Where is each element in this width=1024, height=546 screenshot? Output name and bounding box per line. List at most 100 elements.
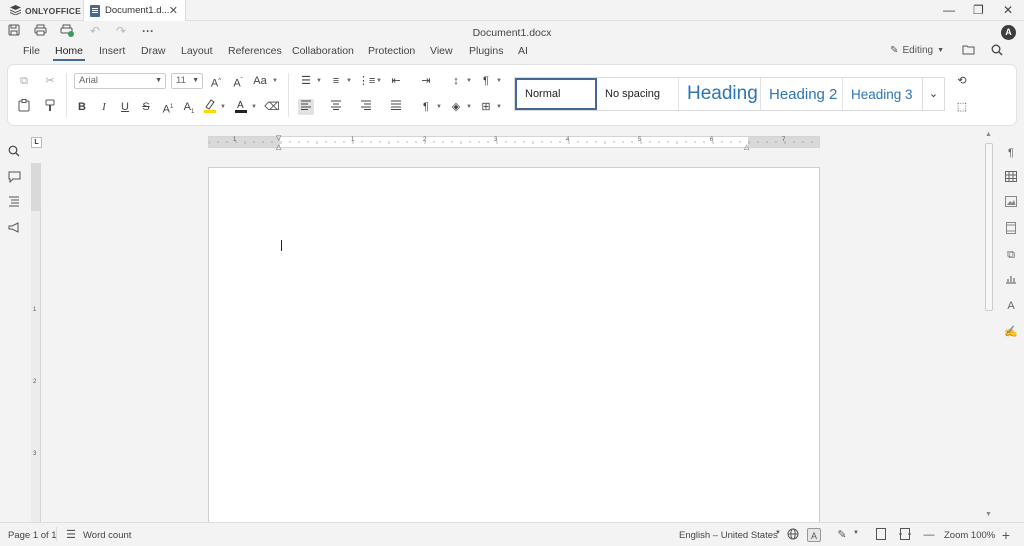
replace-style-icon[interactable]: ⟲ <box>954 73 970 89</box>
vertical-scrollbar[interactable]: ▲ ▼ <box>983 131 995 522</box>
tab-protection[interactable]: Protection <box>368 45 415 57</box>
tab-plugins[interactable]: Plugins <box>469 45 503 57</box>
chevron-down-icon[interactable]: ▼ <box>775 530 781 536</box>
shading-icon[interactable]: ◈ <box>448 99 464 115</box>
style-heading-1[interactable]: Heading 1 <box>679 78 761 110</box>
tab-file[interactable]: File <box>23 45 40 57</box>
align-center-icon[interactable] <box>328 99 344 115</box>
tab-references[interactable]: References <box>228 45 282 57</box>
multilevel-list-icon[interactable]: ⋮≡ <box>358 73 375 89</box>
table-settings-icon[interactable] <box>1003 171 1019 187</box>
tab-collaboration[interactable]: Collaboration <box>292 45 354 57</box>
shape-settings-icon[interactable]: ⧉ <box>1003 247 1019 263</box>
bold-icon[interactable]: B <box>74 99 90 115</box>
tab-draw[interactable]: Draw <box>141 45 166 57</box>
feedback-icon[interactable] <box>6 222 22 238</box>
tab-layout[interactable]: Layout <box>181 45 213 57</box>
page-counter[interactable]: Page 1 of 1 <box>8 530 57 541</box>
chevron-down-icon[interactable]: ▼ <box>496 78 502 84</box>
font-size-select[interactable]: 11 ▼ <box>171 73 203 89</box>
style-heading-3[interactable]: Heading 3 <box>843 78 925 110</box>
first-line-indent-marker[interactable]: ▽ <box>276 134 281 142</box>
paragraph-settings-icon[interactable]: ¶ <box>1003 145 1019 161</box>
track-changes-icon[interactable]: ✎ <box>835 528 849 542</box>
chevron-down-icon[interactable]: ▼ <box>220 104 226 110</box>
align-left-icon[interactable] <box>298 99 314 115</box>
decrease-font-icon[interactable]: Aˇ <box>230 73 246 90</box>
scroll-up-icon[interactable]: ▲ <box>985 131 992 138</box>
copy-style-icon[interactable] <box>42 99 58 115</box>
globe-icon[interactable] <box>786 528 800 542</box>
style-gallery-expand-icon[interactable]: ⌄ <box>922 78 944 110</box>
vertical-ruler[interactable]: 1 2 3 <box>31 163 41 522</box>
highlight-color-icon[interactable] <box>202 98 218 114</box>
minimize-button[interactable]: — <box>943 3 955 17</box>
word-count-button[interactable]: Word count <box>83 530 131 541</box>
language-select[interactable]: English – United States <box>679 530 778 541</box>
font-color-icon[interactable]: A <box>233 98 249 114</box>
paste-icon[interactable] <box>16 99 32 115</box>
tab-insert[interactable]: Insert <box>99 45 125 57</box>
tab-ai[interactable]: AI <box>518 45 528 57</box>
search-icon[interactable] <box>990 44 1004 58</box>
fit-page-icon[interactable] <box>874 528 888 542</box>
horizontal-ruler[interactable]: 1 2 3 4 5 6 7 1 ▽ △ △ <box>208 134 820 151</box>
clear-formatting-icon[interactable]: ⌫ <box>264 99 280 115</box>
justify-icon[interactable] <box>388 99 404 115</box>
align-right-icon[interactable] <box>358 99 374 115</box>
scrollbar-thumb[interactable] <box>985 143 993 311</box>
copy-icon[interactable]: ⧉ <box>16 73 32 89</box>
tab-home[interactable]: Home <box>52 45 86 61</box>
chevron-down-icon[interactable]: ▼ <box>251 104 257 110</box>
numbering-icon[interactable]: ≡ <box>328 73 344 89</box>
open-file-location-icon[interactable] <box>962 44 976 58</box>
zoom-in-icon[interactable]: + <box>999 528 1013 542</box>
close-tab-icon[interactable]: ✕ <box>169 4 178 17</box>
signature-settings-icon[interactable]: ✍ <box>1003 324 1019 340</box>
chevron-down-icon[interactable]: ▼ <box>466 104 472 110</box>
change-case-icon[interactable]: Aa <box>252 73 268 89</box>
zoom-level[interactable]: Zoom 100% <box>944 530 995 541</box>
tab-view[interactable]: View <box>430 45 453 57</box>
font-family-select[interactable]: Arial ▼ <box>74 73 166 89</box>
chevron-down-icon[interactable]: ▼ <box>316 78 322 84</box>
chevron-down-icon[interactable]: ▼ <box>272 78 278 84</box>
italic-icon[interactable]: I <box>96 99 112 115</box>
chevron-down-icon[interactable]: ▼ <box>376 78 382 84</box>
comments-icon[interactable] <box>6 171 22 187</box>
tab-selector[interactable]: L <box>31 137 42 148</box>
style-normal[interactable]: Normal <box>515 78 597 110</box>
chevron-down-icon[interactable]: ▼ <box>853 530 859 536</box>
underline-icon[interactable]: U <box>117 99 133 115</box>
decrease-indent-icon[interactable]: ⇤ <box>388 73 404 89</box>
increase-indent-icon[interactable]: ⇥ <box>418 73 434 89</box>
right-indent-marker[interactable]: △ <box>744 143 749 151</box>
image-settings-icon[interactable] <box>1003 196 1019 212</box>
chart-settings-icon[interactable] <box>1003 273 1019 289</box>
increase-font-icon[interactable]: A^ <box>208 73 224 90</box>
spell-check-icon[interactable]: A <box>807 528 821 542</box>
header-footer-settings-icon[interactable] <box>1003 222 1019 238</box>
search-icon[interactable] <box>6 145 22 161</box>
line-spacing-icon[interactable]: ↕ <box>448 73 464 89</box>
zoom-out-icon[interactable]: — <box>922 528 936 542</box>
bullets-icon[interactable]: ☰ <box>298 73 314 89</box>
fit-width-icon[interactable] <box>898 528 912 542</box>
select-all-icon[interactable]: ⬚ <box>954 99 970 115</box>
chevron-down-icon[interactable]: ▼ <box>466 78 472 84</box>
scroll-down-icon[interactable]: ▼ <box>985 511 992 518</box>
style-heading-2[interactable]: Heading 2 <box>761 78 843 110</box>
document-page[interactable] <box>208 167 820 527</box>
text-art-settings-icon[interactable]: A <box>1003 298 1019 314</box>
avatar[interactable]: A <box>1001 25 1016 40</box>
nonprinting-characters-icon[interactable]: ¶ <box>478 73 494 89</box>
paragraph-direction-icon[interactable]: ¶ <box>418 99 434 115</box>
cut-icon[interactable]: ✂ <box>42 73 58 89</box>
document-tab[interactable]: Document1.d... ✕ <box>83 0 186 21</box>
chevron-down-icon[interactable]: ▼ <box>346 78 352 84</box>
close-window-button[interactable]: ✕ <box>1003 3 1013 17</box>
chevron-down-icon[interactable]: ▼ <box>436 104 442 110</box>
subscript-icon[interactable]: A1 <box>181 99 197 115</box>
strikethrough-icon[interactable]: S <box>138 99 154 115</box>
borders-icon[interactable]: ⊞ <box>478 99 494 115</box>
